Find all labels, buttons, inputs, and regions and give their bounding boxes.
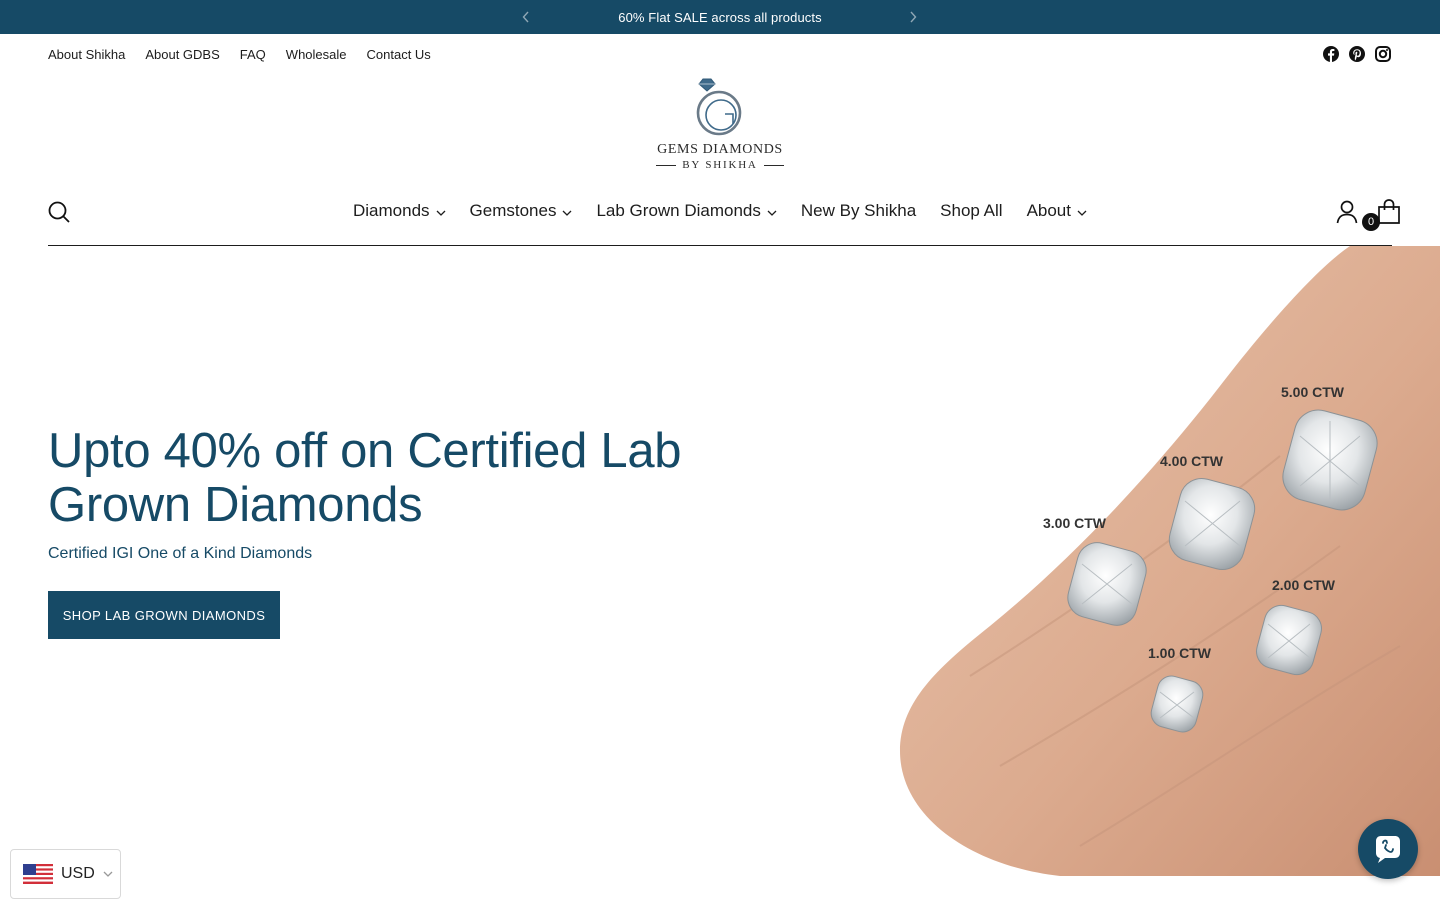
nav-item-label: Diamonds	[352, 201, 430, 220]
logo-rule-left	[656, 164, 677, 166]
social-links	[1323, 46, 1391, 62]
util-link-contact-us[interactable]: Contact Us	[367, 47, 431, 62]
nav-item-gemstones[interactable]: Gemstones	[470, 201, 573, 221]
label-4ct: 4.00 CTW	[1160, 453, 1224, 469]
util-link-about-gdbs[interactable]: About GDBS	[145, 47, 219, 62]
hero-title: Upto 40% off on Certified Lab Grown Diam…	[48, 424, 682, 532]
nav-item-label: Shop All	[940, 201, 1003, 220]
utility-links: About Shikha About GDBS FAQ Wholesale Co…	[48, 47, 431, 62]
nav-item-new-by-shikha[interactable]: New By Shikha	[801, 201, 916, 221]
currency-selector[interactable]: USD	[10, 849, 121, 899]
announcement-text[interactable]: 60% Flat SALE across all products	[618, 10, 821, 25]
hero-diamonds-on-hand-image: 5.00 CTW 4.00 CTW 3.00 CTW 2.00 CTW 1.00…	[900, 246, 1440, 876]
account-icon[interactable]	[1336, 200, 1358, 224]
cart-count-badge: 0	[1362, 213, 1380, 231]
nav-item-shop-all[interactable]: Shop All	[940, 201, 1002, 221]
logo-brand-text: GEMS DIAMONDS	[657, 142, 783, 157]
nav-item-diamonds[interactable]: Diamonds	[353, 201, 446, 221]
chevron-down-icon	[1077, 210, 1087, 216]
label-1ct: 1.00 CTW	[1148, 645, 1212, 661]
util-link-about-shikha[interactable]: About Shikha	[48, 47, 125, 62]
label-5ct: 5.00 CTW	[1281, 384, 1345, 400]
nav-item-lab-grown-diamonds[interactable]: Lab Grown Diamonds	[596, 201, 777, 221]
label-2ct: 2.00 CTW	[1272, 577, 1336, 593]
label-3ct: 3.00 CTW	[1043, 515, 1107, 531]
chat-icon	[1376, 836, 1400, 863]
main-nav: Diamonds Gemstones Lab Grown Diamonds Ne…	[0, 201, 1440, 221]
announcement-bar: 60% Flat SALE across all products	[0, 0, 1440, 34]
chevron-left-icon[interactable]	[517, 8, 535, 26]
chevron-right-icon[interactable]	[904, 8, 922, 26]
shop-lab-grown-button[interactable]: SHOP LAB GROWN DIAMONDS	[48, 591, 280, 639]
us-flag-icon	[23, 864, 53, 884]
hero-subtitle: Certified IGI One of a Kind Diamonds	[48, 545, 313, 562]
nav-item-label: New By Shikha	[800, 201, 917, 220]
logo-rule-right	[763, 164, 784, 166]
util-link-faq[interactable]: FAQ	[240, 47, 266, 62]
nav-item-label: Lab Grown Diamonds	[596, 201, 761, 220]
chevron-down-icon	[563, 210, 572, 216]
logo-ring-icon	[696, 78, 742, 136]
nav-item-label: Gemstones	[469, 201, 557, 220]
pinterest-icon[interactable]	[1349, 46, 1365, 62]
util-link-wholesale[interactable]: Wholesale	[286, 47, 347, 62]
chevron-down-icon	[436, 210, 445, 216]
instagram-icon[interactable]	[1375, 46, 1391, 62]
site-logo[interactable]: GEMS DIAMONDS BY SHIKHA	[655, 76, 785, 176]
chevron-down-icon	[767, 210, 777, 216]
logo-tagline: BY SHIKHA	[655, 159, 785, 171]
logo-tagline-text: BY SHIKHA	[682, 159, 758, 171]
currency-code: USD	[61, 865, 95, 882]
chevron-down-icon	[103, 871, 113, 877]
facebook-icon[interactable]	[1323, 46, 1339, 62]
chat-button[interactable]	[1358, 819, 1418, 879]
nav-item-label: About	[1026, 201, 1071, 220]
nav-item-about[interactable]: About	[1027, 201, 1087, 221]
